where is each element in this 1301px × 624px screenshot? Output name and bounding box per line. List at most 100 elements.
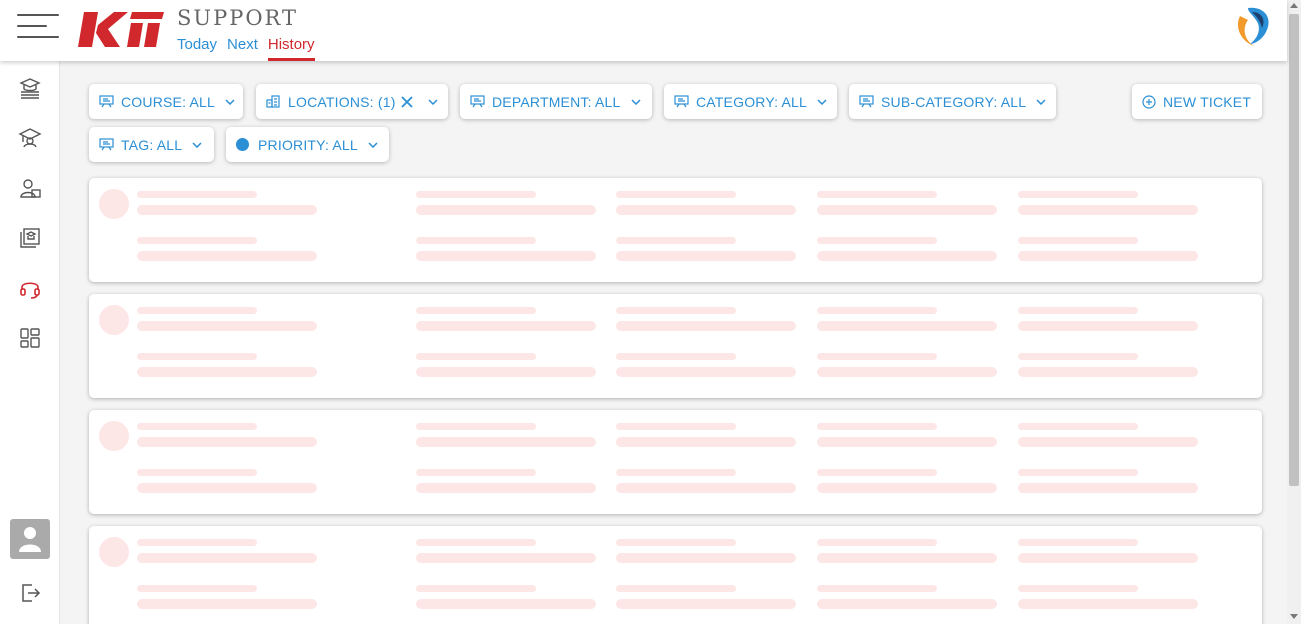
- user-avatar[interactable]: [10, 519, 50, 559]
- text-skeleton: [1018, 553, 1198, 563]
- chevron-down-icon: [817, 98, 827, 105]
- text-skeleton: [1018, 367, 1198, 377]
- tab-today[interactable]: Today: [177, 37, 217, 61]
- library-icon[interactable]: [18, 226, 42, 250]
- dashboard-grid-icon[interactable]: [18, 326, 42, 350]
- ticket-card-skeleton: [89, 410, 1262, 514]
- text-skeleton: [416, 353, 536, 360]
- text-skeleton: [616, 553, 796, 563]
- chevron-down-icon: [192, 141, 202, 148]
- course-filter[interactable]: COURSE: ALL: [89, 84, 243, 119]
- text-skeleton: [137, 469, 257, 476]
- avatar-skeleton: [99, 421, 129, 451]
- text-skeleton: [137, 553, 317, 563]
- text-skeleton: [416, 307, 536, 314]
- text-skeleton: [137, 599, 317, 609]
- chevron-down-icon: [368, 141, 378, 148]
- text-skeleton: [137, 251, 317, 261]
- priority-filter[interactable]: PRIORITY: ALL: [226, 127, 389, 162]
- ticket-card-skeleton: [89, 178, 1262, 282]
- avatar-skeleton: [99, 305, 129, 335]
- courses-icon[interactable]: [18, 76, 42, 100]
- scrollbar[interactable]: [1287, 0, 1301, 624]
- text-skeleton: [137, 191, 257, 198]
- scroll-up-arrow-icon[interactable]: [1290, 3, 1298, 8]
- scroll-thumb[interactable]: [1289, 14, 1299, 486]
- text-skeleton: [817, 483, 997, 493]
- text-skeleton: [416, 205, 596, 215]
- clear-close-icon[interactable]: [400, 95, 414, 109]
- page-title: SUPPORT: [177, 6, 299, 30]
- tab-history[interactable]: History: [267, 37, 315, 61]
- text-skeleton: [416, 483, 596, 493]
- text-skeleton: [137, 367, 317, 377]
- avatar-skeleton: [99, 537, 129, 567]
- text-skeleton: [817, 353, 937, 360]
- school-icon[interactable]: [18, 126, 42, 150]
- text-skeleton: [616, 469, 736, 476]
- text-skeleton: [616, 585, 736, 592]
- text-skeleton: [137, 539, 257, 546]
- text-skeleton: [616, 191, 736, 198]
- text-skeleton: [616, 437, 796, 447]
- text-skeleton: [616, 205, 796, 215]
- presentation-icon: [99, 138, 114, 151]
- text-skeleton: [616, 423, 736, 430]
- text-skeleton: [1018, 307, 1138, 314]
- text-skeleton: [137, 237, 257, 244]
- priority-dot-icon: [236, 138, 249, 151]
- locations-filter[interactable]: LOCATIONS: (1): [256, 84, 448, 119]
- text-skeleton: [1018, 423, 1138, 430]
- text-skeleton: [137, 321, 317, 331]
- text-skeleton: [1018, 469, 1138, 476]
- text-skeleton: [817, 469, 937, 476]
- text-skeleton: [817, 191, 937, 198]
- chevron-down-icon: [631, 98, 641, 105]
- headset-icon[interactable]: [18, 276, 42, 300]
- sub-category-filter-label: SUB-CATEGORY: ALL: [881, 93, 1027, 110]
- text-skeleton: [616, 237, 736, 244]
- text-skeleton: [1018, 205, 1198, 215]
- text-skeleton: [817, 423, 937, 430]
- sub-category-filter[interactable]: SUB-CATEGORY: ALL: [849, 84, 1056, 119]
- presentation-icon: [470, 95, 485, 108]
- text-skeleton: [1018, 599, 1198, 609]
- text-skeleton: [1018, 539, 1138, 546]
- chevron-down-icon: [1036, 98, 1046, 105]
- text-skeleton: [616, 321, 796, 331]
- sidebar: [0, 61, 60, 624]
- department-filter[interactable]: DEPARTMENT: ALL: [460, 84, 652, 119]
- hamburger-menu-icon[interactable]: [17, 14, 59, 38]
- tab-next[interactable]: Next: [227, 37, 258, 61]
- text-skeleton: [817, 585, 937, 592]
- text-skeleton: [817, 539, 937, 546]
- locations-filter-label: LOCATIONS: (1): [288, 93, 396, 110]
- tag-filter[interactable]: TAG: ALL: [89, 127, 214, 162]
- text-skeleton: [817, 321, 997, 331]
- category-filter[interactable]: CATEGORY: ALL: [664, 84, 837, 119]
- scroll-down-arrow-icon[interactable]: [1290, 614, 1298, 619]
- text-skeleton: [416, 367, 596, 377]
- logout-icon[interactable]: [18, 581, 42, 605]
- text-skeleton: [616, 599, 796, 609]
- text-skeleton: [137, 585, 257, 592]
- text-skeleton: [1018, 321, 1198, 331]
- text-skeleton: [1018, 353, 1138, 360]
- text-skeleton: [416, 437, 596, 447]
- new-ticket-button[interactable]: NEW TICKET: [1132, 84, 1262, 119]
- text-skeleton: [817, 599, 997, 609]
- brand-mark-icon: [1237, 7, 1269, 46]
- text-skeleton: [416, 585, 536, 592]
- buildings-icon: [266, 95, 280, 108]
- text-skeleton: [817, 205, 997, 215]
- kii-logo: [78, 12, 164, 47]
- text-skeleton: [616, 539, 736, 546]
- text-skeleton: [416, 539, 536, 546]
- user-card-icon[interactable]: [18, 176, 42, 200]
- avatar-skeleton: [99, 189, 129, 219]
- text-skeleton: [616, 251, 796, 261]
- department-filter-label: DEPARTMENT: ALL: [492, 93, 621, 110]
- text-skeleton: [416, 251, 596, 261]
- presentation-icon: [859, 95, 874, 108]
- new-ticket-label: NEW TICKET: [1163, 93, 1252, 110]
